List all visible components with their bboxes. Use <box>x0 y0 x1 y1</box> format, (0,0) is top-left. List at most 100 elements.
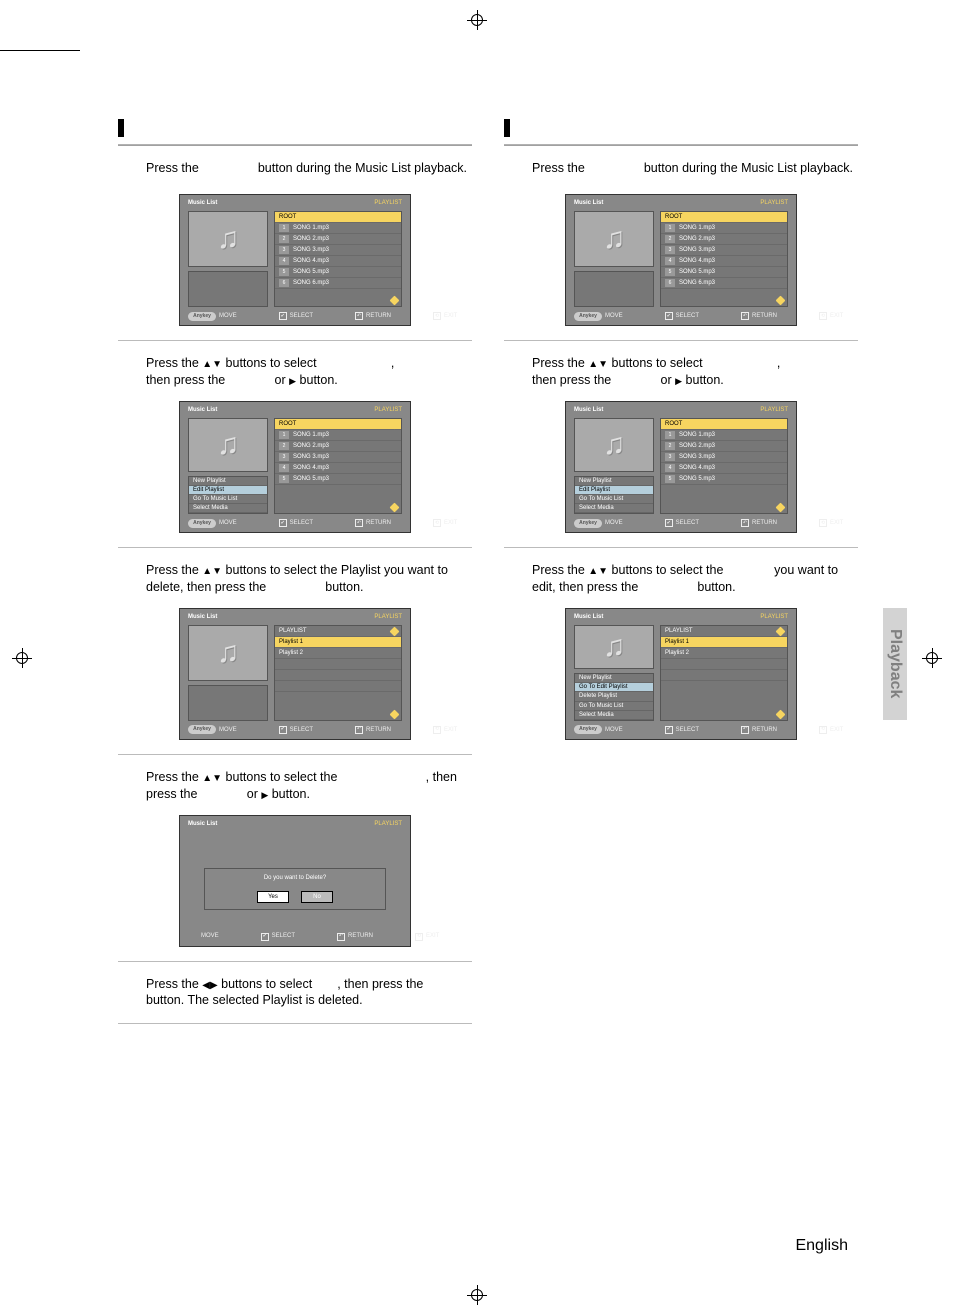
ss-right-label: PLAYLIST <box>374 820 402 828</box>
dialog-yes-button: Yes <box>257 891 289 903</box>
step-text: Press the buttons to select the Delete P… <box>146 769 472 803</box>
label: SELECT <box>290 519 313 527</box>
label: SONG 4.mp3 <box>679 464 715 472</box>
step-1: 1 Press the ANYKEY button during the Mus… <box>118 160 472 326</box>
label: SELECT <box>676 312 699 320</box>
col-left: Delete the Playlist 1 Press the ANYKEY b… <box>118 118 472 1038</box>
label: SONG 3.mp3 <box>679 246 715 254</box>
scroll-down-icon <box>390 709 400 719</box>
label: New Playlist <box>579 477 612 485</box>
num: 2 <box>279 235 289 243</box>
num: 4 <box>279 257 289 265</box>
ss-right-label: PLAYLIST <box>760 406 788 414</box>
step-text: Press the ANYKEY button during the Music… <box>146 160 472 182</box>
step-text: Press the buttons to select Edit Playlis… <box>532 355 858 389</box>
label: Delete Playlist <box>579 692 617 700</box>
divider <box>118 340 472 341</box>
label: New Playlist <box>193 477 226 485</box>
label: SONG 2.mp3 <box>293 235 329 243</box>
n: 6 <box>665 279 675 287</box>
step-text: Press the buttons to select Yes, then pr… <box>146 976 472 1010</box>
side-tab-playback: Playback <box>883 608 907 720</box>
t: Press the <box>146 356 202 370</box>
text: Press the <box>146 161 202 175</box>
n: 2 <box>279 442 289 450</box>
t: Press the <box>532 563 588 577</box>
label: MOVE <box>201 932 219 940</box>
num: 3 <box>279 246 289 254</box>
label: SONG 1.mp3 <box>293 224 329 232</box>
num: 5 <box>279 268 289 276</box>
step-number: 3 <box>118 562 140 584</box>
t: buttons to select <box>222 356 320 370</box>
label: SELECT <box>290 312 313 320</box>
ss-title: Music List <box>188 406 217 414</box>
screenshot-music-list: Music ListPLAYLIST ♫ ROOT 1SONG 1.mp3 2S… <box>565 194 797 326</box>
pill: Anykey <box>574 312 602 321</box>
n: 4 <box>665 464 675 472</box>
t: or <box>657 373 675 387</box>
label: MOVE <box>219 726 237 734</box>
label: SONG 6.mp3 <box>293 279 329 287</box>
step-number: 4 <box>118 769 140 791</box>
t: button. <box>296 373 338 387</box>
scroll-down-icon <box>776 709 786 719</box>
page-footer: English - 67 <box>795 1235 882 1257</box>
t: Press the <box>146 977 202 991</box>
label: PLAYLIST <box>279 627 307 635</box>
divider <box>118 1023 472 1024</box>
t: button. The selected Playlist is deleted… <box>146 993 363 1007</box>
reg-mark-bottom <box>455 1275 499 1315</box>
label: EXIT <box>426 932 439 940</box>
n: 1 <box>665 224 675 232</box>
step-3: 3 Press the buttons to select the Playli… <box>504 562 858 740</box>
crop-line <box>0 50 80 51</box>
ss-title: Music List <box>574 199 603 207</box>
scroll-down-icon <box>390 503 400 513</box>
step-2: 2 Press the buttons to select Edit Playl… <box>118 355 472 533</box>
label: ROOT <box>665 213 682 221</box>
anykey-label: ANYKEY <box>202 161 254 175</box>
reg-mark-left <box>0 638 44 678</box>
return-icon: ↶RETURN <box>355 312 391 320</box>
n: 2 <box>665 235 675 243</box>
label: SONG 4.mp3 <box>679 257 715 265</box>
ss-title: Music List <box>188 613 217 621</box>
label: RETURN <box>366 312 391 320</box>
label: Playlist 1 <box>279 638 303 646</box>
step-4: 4 Press the buttons to select the Delete… <box>118 769 472 947</box>
ss-title: Music List <box>188 199 217 207</box>
pill: Anykey <box>188 312 216 321</box>
label: MOVE <box>219 312 237 320</box>
dialog-no-button: No <box>301 891 333 903</box>
ss-title: Music List <box>574 613 603 621</box>
t: , then press the <box>337 977 427 991</box>
label: Go To Music List <box>193 495 237 503</box>
label: Go To Music List <box>579 702 623 710</box>
delete-playlist-label: Delete Playlist <box>341 770 426 784</box>
label: RETURN <box>752 519 777 527</box>
label: MOVE <box>219 519 237 527</box>
label: SONG 5.mp3 <box>293 475 329 483</box>
step-number: 5 <box>118 976 140 998</box>
n: 1 <box>279 431 289 439</box>
t: buttons to select <box>608 356 706 370</box>
music-note-icon: ♫ <box>217 633 240 674</box>
t: or <box>271 373 289 387</box>
scroll-down-icon <box>776 296 786 306</box>
ss-title: Music List <box>188 820 217 828</box>
n: 5 <box>665 268 675 276</box>
ss-right-label: PLAYLIST <box>760 613 788 621</box>
up-down-arrow-icon <box>202 563 222 577</box>
divider <box>118 144 472 146</box>
step-2: 2 Press the buttons to select Edit Playl… <box>504 355 858 533</box>
label: SELECT <box>290 726 313 734</box>
label: ROOT <box>665 420 682 428</box>
label: SONG 1.mp3 <box>293 431 329 439</box>
enter-label: ENTER <box>201 787 243 801</box>
list-item: New Playlist <box>189 477 267 486</box>
reg-mark-top <box>455 0 499 40</box>
step-text: Press the buttons to select the Playlist… <box>532 562 858 596</box>
divider <box>504 144 858 146</box>
ss-info-box <box>188 271 268 307</box>
